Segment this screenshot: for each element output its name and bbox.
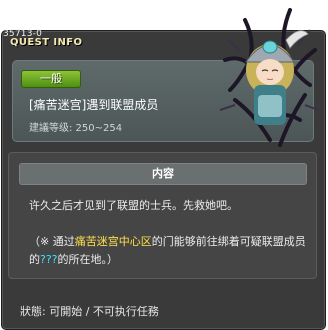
window-title: QUEST INFO: [10, 37, 83, 48]
quest-name: [痛苦迷宫]遇到联盟成员: [29, 98, 159, 112]
quest-content-panel: 内容 许久之后才见到了联盟的士兵。先救她吧。 （※ 通过痛苦迷宫中心区的门能够前…: [8, 152, 317, 279]
hint-prefix: （※ 通过: [29, 235, 75, 248]
hint-unknown-target: ???: [40, 253, 58, 266]
level-requirement: 建議等级: 250~254: [29, 123, 123, 134]
quest-description: 许久之后才见到了联盟的士兵。先救她吧。: [29, 199, 238, 212]
hint-suffix: 的所在地。）: [57, 253, 119, 266]
quest-hint: （※ 通过痛苦迷宫中心区的门能够前往绑着可疑联盟成员的???的所在地。）: [29, 233, 309, 269]
hint-location-link: 痛苦迷宫中心区: [74, 235, 152, 248]
category-badge: 一般: [21, 70, 81, 88]
content-section-title: 内容: [19, 163, 307, 185]
quest-status: 狀態: 可開始 / 不可执行任務: [20, 305, 159, 318]
character-portrait-icon: [219, 8, 319, 147]
